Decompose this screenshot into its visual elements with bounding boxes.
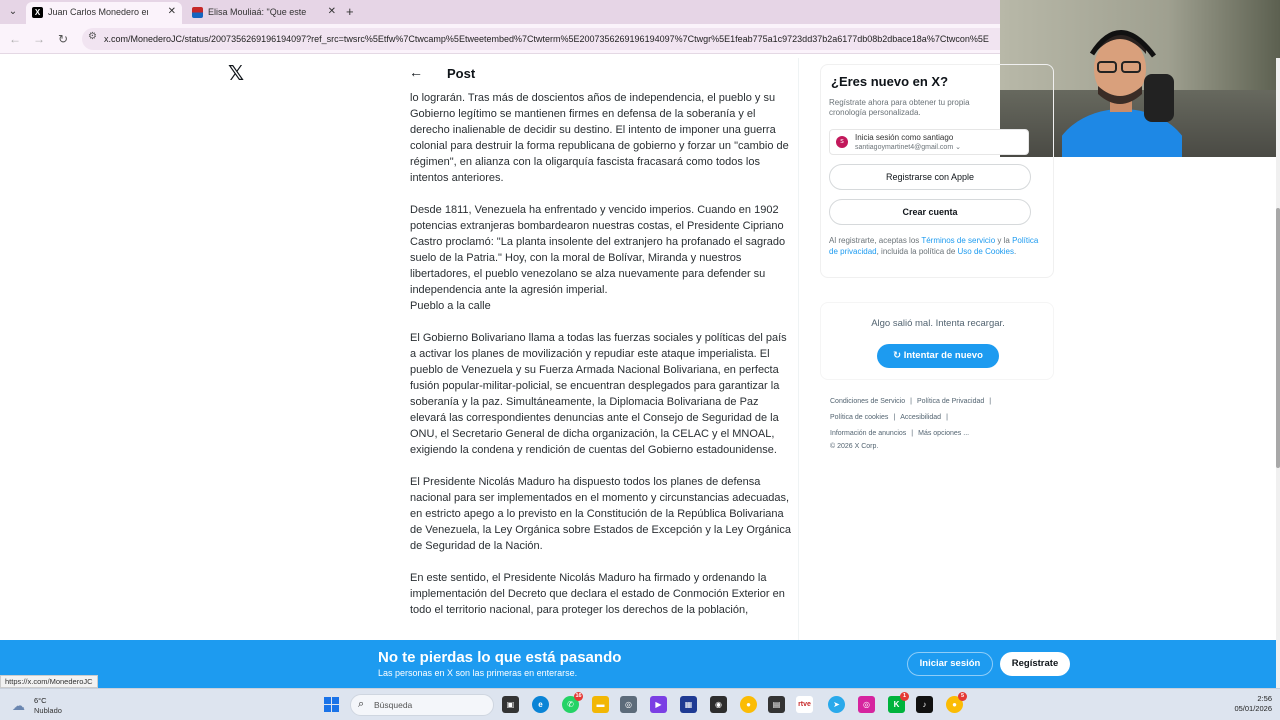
weather-temp: 6°C: [34, 696, 47, 705]
app-icon[interactable]: ▶: [650, 696, 667, 713]
footer-link-cookies[interactable]: Política de cookies: [830, 414, 888, 421]
banner-subtitle: Las personas en X son las primeras en en…: [378, 668, 578, 678]
tab-title: Juan Carlos Monedero en X: "C: [48, 7, 148, 17]
create-account-button[interactable]: Crear cuenta: [829, 199, 1031, 225]
close-tab-icon[interactable]: ✕: [168, 2, 176, 22]
terms-link[interactable]: Términos de servicio: [921, 236, 995, 245]
system-clock[interactable]: 2:56 05/01/2026: [1222, 694, 1272, 714]
apple-signup-button[interactable]: Registrarse con Apple: [829, 164, 1031, 190]
register-button[interactable]: Regístrate: [1000, 652, 1070, 676]
refresh-icon: ↻: [893, 350, 902, 361]
retry-button[interactable]: ↻ Intentar de nuevo: [877, 344, 999, 368]
footer-link-privacy[interactable]: Política de Privacidad: [917, 398, 984, 405]
chrome-icon[interactable]: ●: [740, 696, 757, 713]
footer-link-terms[interactable]: Condiciones de Servicio: [830, 398, 905, 405]
url-field[interactable]: ⚙ x.com/MonederoJC/status/20073562691961…: [82, 28, 1000, 50]
post-paragraph: Pueblo a la calle: [410, 300, 491, 312]
cloud-icon: ☁: [12, 698, 25, 713]
tab-monedero[interactable]: X Juan Carlos Monedero en X: "C ✕: [26, 2, 182, 24]
app-icon[interactable]: ◎: [620, 696, 637, 713]
weather-widget[interactable]: ☁ 6°C Nublado: [12, 695, 92, 715]
app-icon[interactable]: ◉: [710, 696, 727, 713]
page-scrollbar[interactable]: [1276, 58, 1280, 688]
signup-banner: No te pierdas lo que está pasando Las pe…: [0, 640, 1276, 688]
site-info-icon[interactable]: ⚙: [88, 31, 97, 42]
column-divider: [798, 58, 799, 640]
streamer-image: [1062, 30, 1182, 157]
app-icon[interactable]: ▦: [680, 696, 697, 713]
footer-link-more[interactable]: Más opciones ...: [918, 430, 969, 437]
page-title: Post: [447, 66, 476, 81]
taskbar-search-input[interactable]: ⌕ Búsqueda: [350, 694, 494, 716]
trends-error-panel: Algo salió mal. Intenta recargar. ↻ Inte…: [820, 302, 1054, 380]
post-body: lo lograrán. Tras más de doscientos años…: [410, 90, 794, 634]
task-view-icon[interactable]: ▣: [502, 696, 519, 713]
app-icon[interactable]: K1: [888, 692, 909, 713]
post-paragraph: El Presidente Nicolás Maduro ha dispuest…: [410, 476, 791, 552]
banner-title: No te pierdas lo que está pasando: [378, 649, 622, 666]
login-button[interactable]: Iniciar sesión: [907, 652, 993, 676]
cookies-link[interactable]: Uso de Cookies: [958, 247, 1014, 256]
taskbar: ☁ 6°C Nublado ⌕ Búsqueda ▣ e ✆ 16 ▬ ◎ ▶ ▦…: [0, 688, 1280, 720]
footer-link-ads-info[interactable]: Información de anuncios: [830, 430, 906, 437]
rtve-icon[interactable]: rtve: [796, 696, 813, 713]
status-bar-url: https://x.com/MonederoJC: [0, 675, 98, 688]
signup-terms: Al registrarte, aceptas los Términos de …: [829, 236, 1039, 256]
search-icon: ⌕: [358, 698, 365, 710]
url-text[interactable]: x.com/MonederoJC/status/2007356269196194…: [104, 32, 994, 46]
forward-nav-icon[interactable]: →: [30, 30, 48, 48]
search-placeholder: Búsqueda: [374, 700, 413, 710]
post-paragraph: lo lograrán. Tras más de doscientos años…: [410, 92, 789, 184]
instagram-icon[interactable]: ◎: [858, 696, 875, 713]
google-signin-button[interactable]: s Inicia sesión como santiago santiagoym…: [829, 129, 1029, 155]
post-paragraph: Desde 1811, Venezuela ha enfrentado y ve…: [410, 204, 786, 296]
copyright: © 2026 X Corp.: [830, 443, 879, 450]
file-explorer-icon[interactable]: ▬: [592, 696, 609, 713]
app-icon[interactable]: ▤: [768, 696, 785, 713]
avatar: s: [836, 136, 848, 148]
whatsapp-icon[interactable]: ✆ 16: [562, 692, 583, 713]
signup-title: ¿Eres nuevo en X?: [831, 74, 949, 89]
weather-condition: Nublado: [34, 706, 62, 715]
chevron-down-icon: ⌄: [955, 144, 961, 151]
post-paragraph: El Gobierno Bolivariano llama a todas la…: [410, 332, 787, 456]
tab-search-icon[interactable]: ⌄: [4, 3, 22, 21]
new-tab-icon[interactable]: +: [346, 2, 354, 22]
tab-mouliaa[interactable]: Elisa Mouliaá: "Que este año te ✕: [186, 2, 342, 24]
google-email: santiagoymartinet4@gmail.com ⌄: [855, 144, 961, 151]
post-paragraph: En este sentido, el Presidente Nicolás M…: [410, 572, 785, 616]
signup-panel: ¿Eres nuevo en X? Regístrate ahora para …: [820, 64, 1054, 278]
reload-icon[interactable]: ↻: [54, 30, 72, 48]
chrome-profile-icon[interactable]: ● 5: [946, 692, 967, 713]
flag-favicon-icon: [192, 7, 203, 18]
signup-subtitle: Regístrate ahora para obtener tu propia …: [829, 98, 970, 117]
telegram-icon[interactable]: ➤: [828, 696, 845, 713]
edge-icon[interactable]: e: [532, 696, 549, 713]
post-header: ← Post: [400, 58, 798, 90]
close-tab-icon[interactable]: ✕: [328, 2, 336, 22]
x-logo-icon[interactable]: 𝕏: [228, 64, 246, 84]
google-signin-label: Inicia sesión como santiago: [855, 133, 954, 142]
address-bar: ← → ↻ ⚙ x.com/MonederoJC/status/20073562…: [0, 24, 1000, 54]
tab-title: Elisa Mouliaá: "Que este año te: [208, 7, 308, 17]
arrow-left-icon[interactable]: ←: [409, 64, 423, 80]
tiktok-icon[interactable]: ♪: [916, 696, 933, 713]
footer-links: Condiciones de Servicio | Política de Priv…: [830, 394, 1040, 452]
x-favicon-icon: X: [32, 7, 43, 18]
windows-start-icon[interactable]: [324, 697, 340, 713]
error-message: Algo salió mal. Intenta recargar.: [871, 318, 1005, 329]
footer-link-accessibility[interactable]: Accesibilidad: [900, 414, 941, 421]
scrollbar-thumb[interactable]: [1276, 208, 1280, 468]
back-nav-icon[interactable]: ←: [6, 30, 24, 48]
